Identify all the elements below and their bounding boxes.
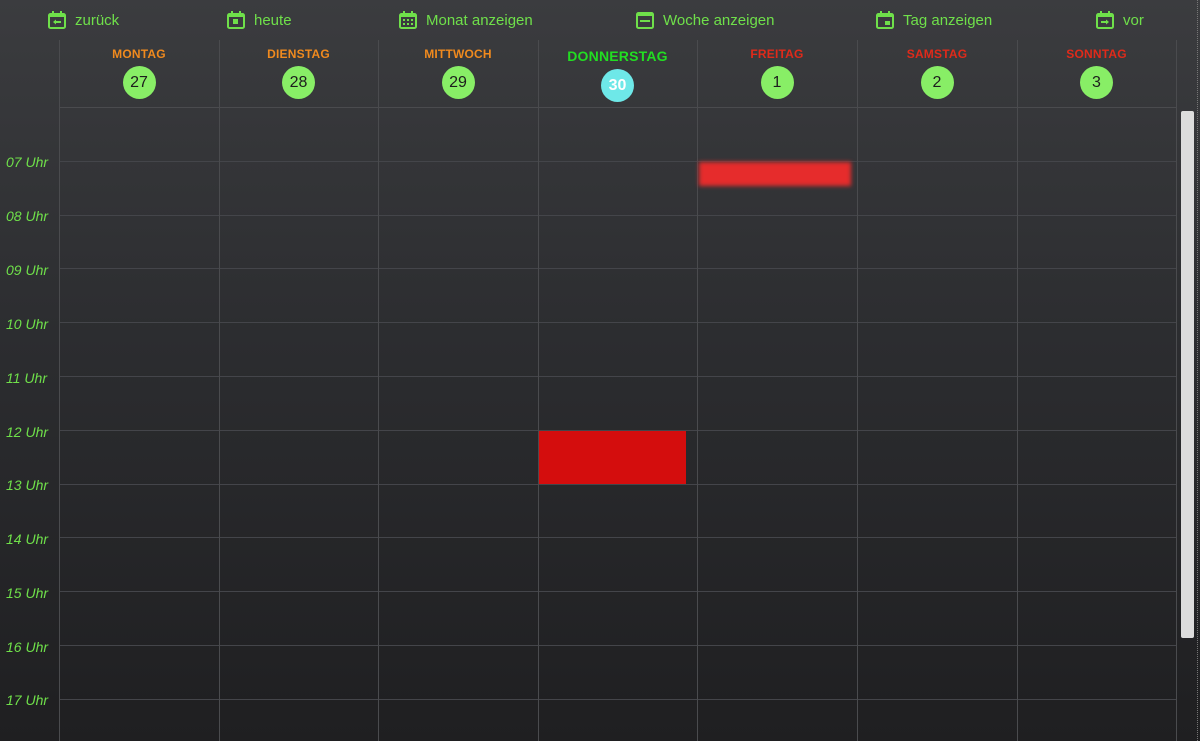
day-name: MITTWOCH [424,47,492,61]
hour-label: 15 Uhr [6,585,49,601]
day-number-badge: 1 [760,66,794,99]
week-grid: MONTAG 27 DIENSTAG 28 MITTWOCH 29 DONNER… [59,40,1177,741]
day-number-badge: 27 [122,66,156,99]
day-number-badge: 28 [282,66,315,99]
month-view-button[interactable]: Monat anzeigen [398,6,533,34]
hour-label: 12 Uhr [6,424,49,440]
hour-gridline [59,484,1177,485]
day-header-monday[interactable]: MONTAG 27 [59,40,219,107]
week-view-label: Woche anzeigen [663,11,775,29]
day-header-wednesday[interactable]: MITTWOCH 29 [378,40,538,107]
today-number-badge: 30 [601,69,634,102]
day-view-button[interactable]: Tag anzeigen [875,6,992,34]
event-thursday-noon[interactable] [539,431,686,484]
day-divider [59,40,60,741]
calendar-day-icon [875,10,895,30]
day-divider [1176,40,1177,741]
hour-gridline [59,699,1177,700]
day-name: SONNTAG [1066,47,1127,61]
hour-gridline [59,161,1177,162]
day-divider [378,40,379,741]
calendar-week-icon [635,10,655,30]
day-name: MONTAG [112,47,166,61]
day-header-sunday[interactable]: SONNTAG 3 [1017,40,1176,107]
day-view-label: Tag anzeigen [903,11,993,29]
calendar-arrow-right-icon [1095,10,1115,30]
window-edge [1197,0,1199,741]
day-name: SAMSTAG [906,47,968,61]
vertical-scrollbar[interactable] [1181,111,1194,638]
back-button[interactable]: zurück [47,6,119,34]
day-divider [1017,40,1018,741]
day-number-badge: 3 [1080,66,1113,99]
hour-label: 09 Uhr [6,262,49,278]
day-name: FREITAG [750,47,804,61]
calendar-toolbar: zurück heute Monat anzeigen Woche anzeig… [0,0,1200,40]
month-view-label: Monat anzeigen [426,11,533,29]
hour-label: 11 Uhr [6,370,47,386]
hour-label: 14 Uhr [6,531,49,547]
day-divider [538,40,539,741]
day-header-friday[interactable]: FREITAG 1 [697,40,857,107]
hour-gridline [59,645,1177,646]
day-name: DIENSTAG [267,47,330,61]
day-number-badge: 29 [441,66,475,99]
day-divider [219,40,220,741]
calendar-arrow-left-icon [47,10,67,30]
hour-label: 07 Uhr [6,154,49,170]
hour-gridline [59,376,1177,377]
forward-button[interactable]: vor [1095,6,1144,34]
back-label: zurück [75,11,120,29]
day-header-thursday[interactable]: DONNERSTAG 30 [538,40,697,107]
forward-label: vor [1123,11,1144,29]
hour-gridline [59,215,1177,216]
hour-gridline [59,537,1177,538]
hour-label: 10 Uhr [6,316,49,332]
hour-gridline [59,322,1177,323]
day-header-saturday[interactable]: SAMSTAG 2 [857,40,1017,107]
event-friday-morning[interactable] [699,162,851,186]
hour-label: 17 Uhr [6,692,49,708]
today-button[interactable]: heute [226,6,292,34]
hour-label: 16 Uhr [6,639,49,655]
today-label: heute [254,11,292,29]
week-header: MONTAG 27 DIENSTAG 28 MITTWOCH 29 DONNER… [59,40,1177,108]
day-divider [697,40,698,741]
day-divider [857,40,858,741]
week-view-button[interactable]: Woche anzeigen [635,6,774,34]
calendar-month-icon [398,10,418,30]
hour-label: 13 Uhr [6,477,49,493]
hour-gridline [59,268,1177,269]
hour-label: 08 Uhr [6,208,49,224]
calendar-today-icon [226,10,246,30]
day-name: DONNERSTAG [567,48,668,64]
day-number-badge: 2 [920,66,954,99]
hour-gridline [59,591,1177,592]
day-header-tuesday[interactable]: DIENSTAG 28 [219,40,378,107]
